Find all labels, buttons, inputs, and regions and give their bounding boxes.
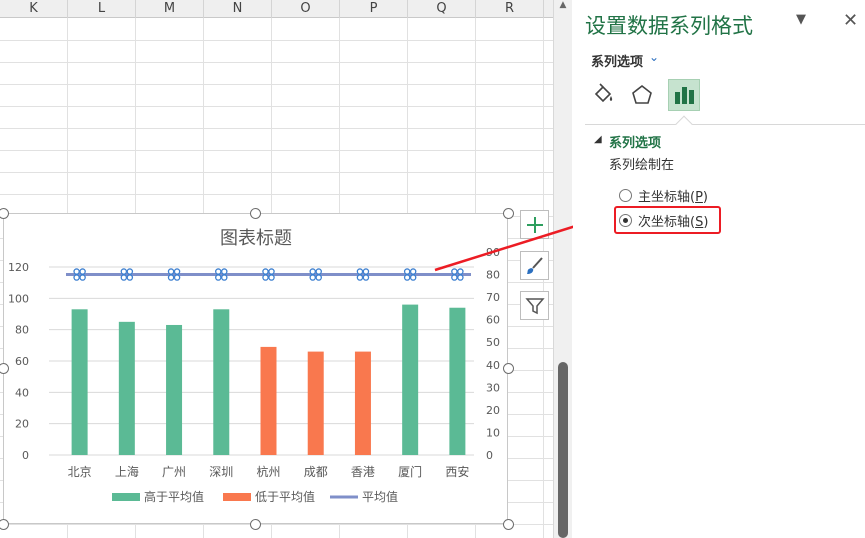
paint-bucket-icon bbox=[594, 83, 613, 103]
bar-chart-icon bbox=[675, 87, 694, 104]
collapse-caret-icon[interactable]: ◢ bbox=[594, 134, 602, 145]
series-options-dropdown[interactable]: 系列选项 bbox=[591, 51, 643, 70]
pane-options-chevron-icon[interactable]: ▼ bbox=[796, 12, 806, 27]
tab-series-options[interactable] bbox=[668, 79, 700, 111]
tab-fill-line[interactable] bbox=[587, 79, 619, 111]
radio-primary-axis[interactable]: 主坐标轴(P) bbox=[619, 186, 708, 205]
close-icon[interactable]: ✕ bbox=[843, 10, 858, 31]
pane-title: 设置数据系列格式 bbox=[585, 14, 753, 38]
annotation-highlight-box bbox=[614, 206, 721, 234]
radio-button[interactable] bbox=[619, 189, 632, 202]
pentagon-icon bbox=[632, 84, 652, 104]
section-series-options[interactable]: 系列选项 bbox=[609, 132, 661, 151]
pane-separator bbox=[585, 124, 865, 125]
chevron-down-icon[interactable]: ⌄ bbox=[649, 50, 659, 64]
tab-effects[interactable] bbox=[626, 79, 658, 111]
plot-series-on-label: 系列绘制在 bbox=[609, 158, 675, 173]
primary-axis-label: 主坐标轴(P) bbox=[638, 190, 708, 205]
